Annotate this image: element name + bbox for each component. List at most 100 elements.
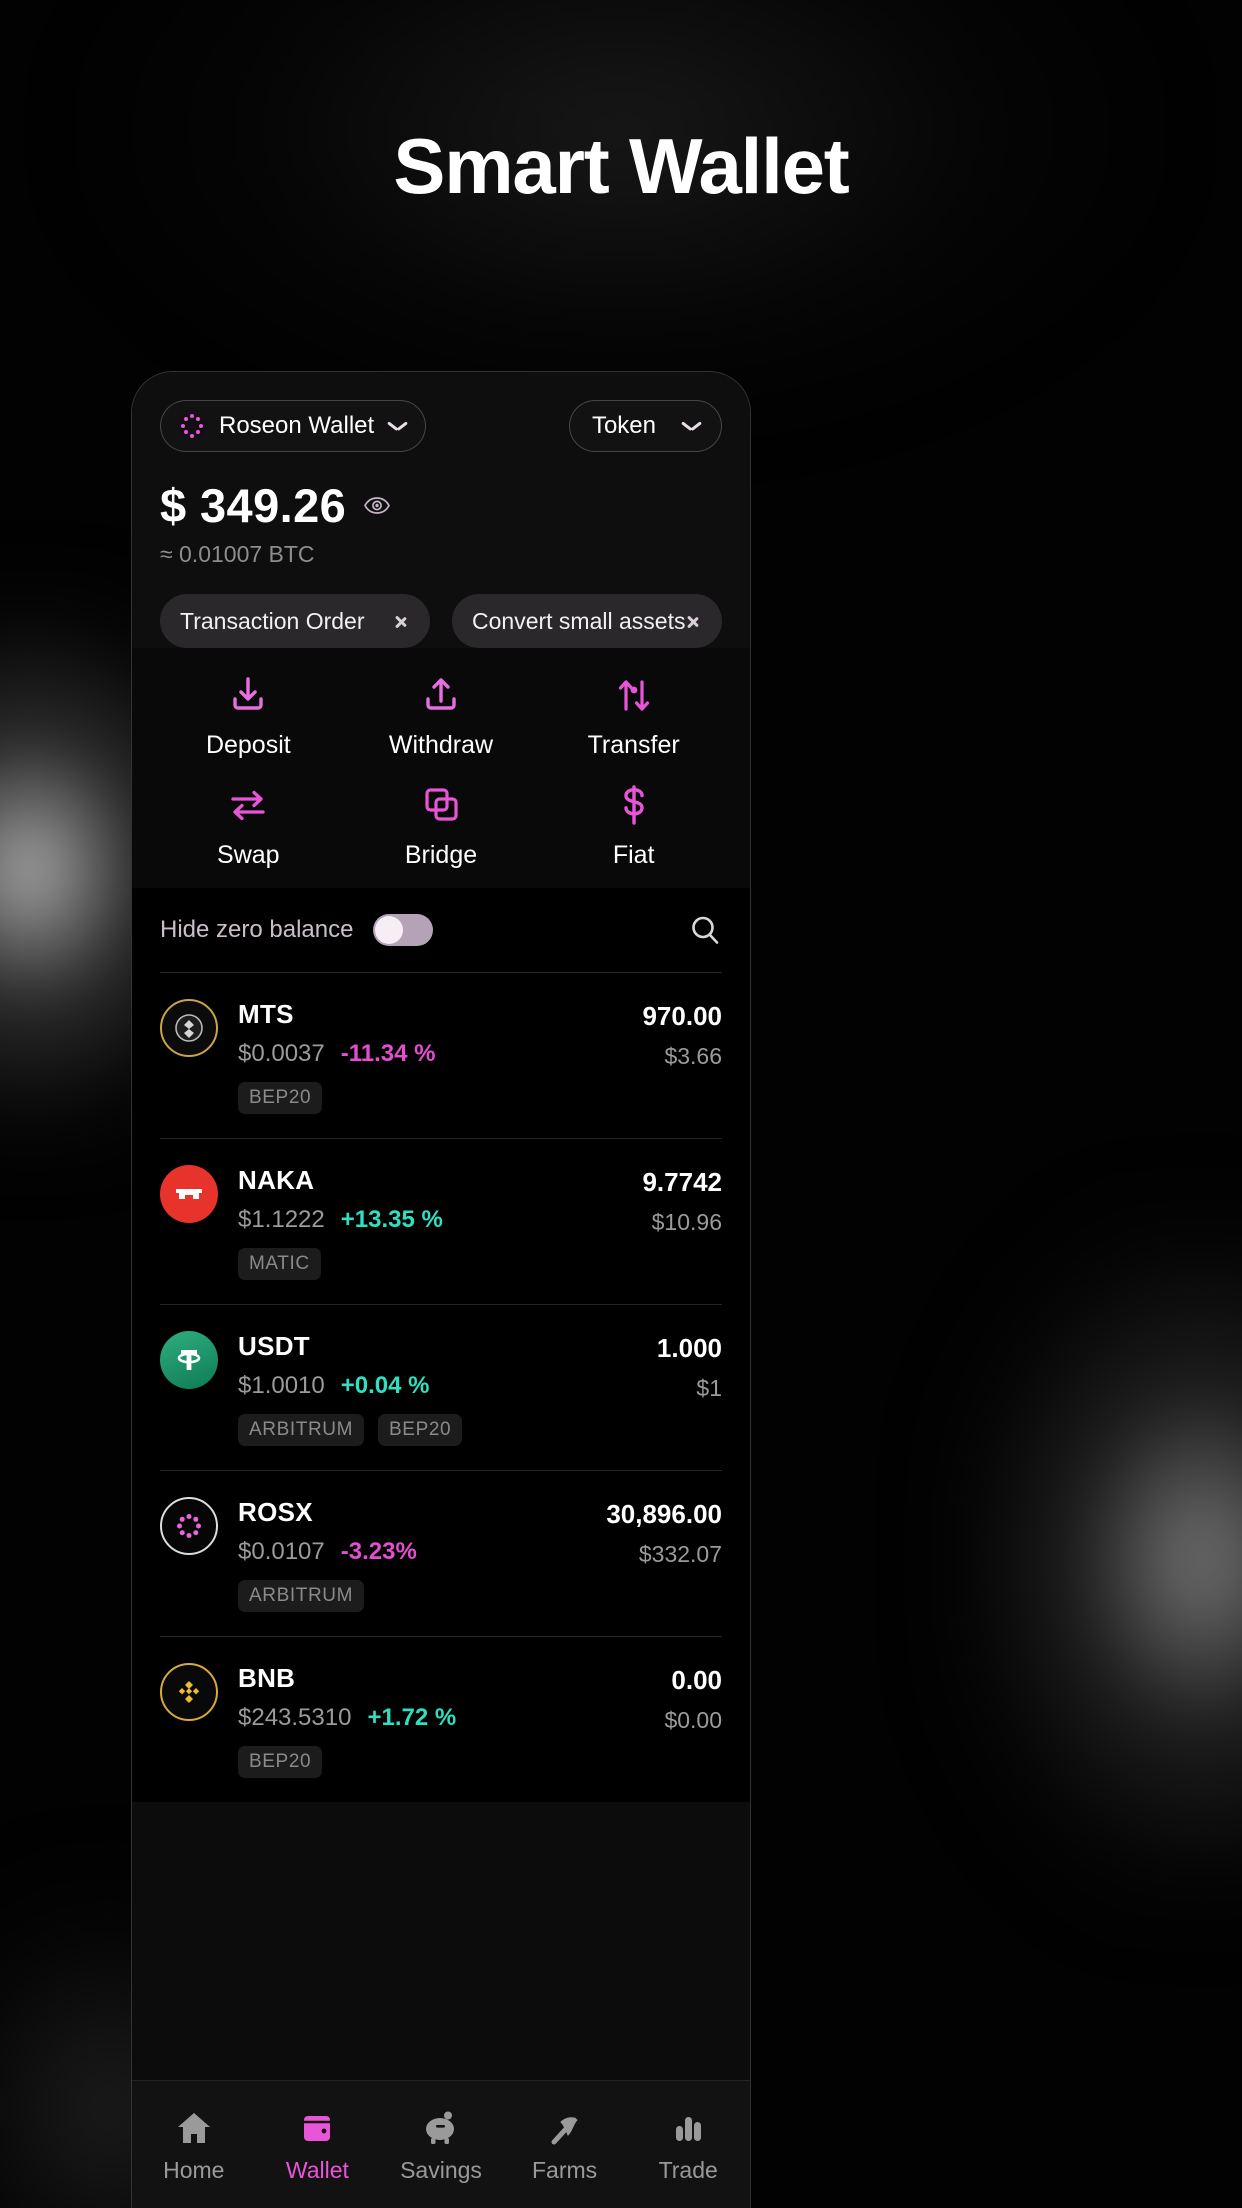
quick-actions-row: Transaction Order Convert small assets: [160, 594, 722, 648]
hide-zero-balance-toggle[interactable]: [373, 914, 434, 946]
token-balance: 970.00 $3.66: [642, 999, 722, 1114]
mts-logo-icon: [160, 999, 218, 1057]
actions-grid: Deposit Withdraw Transfer Swap Bridge Fi…: [132, 648, 750, 888]
token-info: USDT $1.0010 +0.04 % ARBITRUM BEP20: [238, 1331, 637, 1446]
download-tray-icon: [226, 672, 270, 718]
arrows-up-down-icon: [612, 672, 656, 718]
pickaxe-icon: [544, 2105, 586, 2147]
token-balance: 1.000 $1: [657, 1331, 722, 1446]
action-deposit[interactable]: Deposit: [152, 672, 345, 760]
action-bridge[interactable]: Bridge: [345, 782, 538, 870]
convert-small-assets-label: Convert small assets: [472, 607, 686, 634]
token-symbol: USDT: [238, 1331, 310, 1361]
dollar-sign-icon: [612, 782, 656, 828]
network-chip: BEP20: [238, 1746, 323, 1778]
nav-item-wallet[interactable]: Wallet: [256, 2105, 380, 2184]
balance-row: $ 349.26: [160, 478, 722, 533]
token-price: $0.0107: [238, 1538, 325, 1565]
action-transfer[interactable]: Transfer: [537, 672, 730, 760]
home-icon: [174, 2105, 214, 2147]
token-price: $243.5310: [238, 1704, 352, 1731]
chevron-right-icon: [687, 610, 700, 632]
action-bridge-label: Bridge: [404, 841, 478, 869]
action-fiat-label: Fiat: [612, 841, 655, 869]
swap-arrows-icon: [225, 782, 271, 828]
token-usd-value: $332.07: [638, 1541, 722, 1567]
network-chip: ARBITRUM: [238, 1414, 365, 1446]
network-chip: MATIC: [238, 1248, 321, 1280]
nav-item-home[interactable]: Home: [132, 2105, 256, 2184]
eye-icon[interactable]: [364, 497, 391, 514]
network-chip: BEP20: [378, 1414, 463, 1446]
transaction-order-button[interactable]: Transaction Order: [160, 594, 430, 648]
token-networks: MATIC: [238, 1248, 622, 1280]
hide-zero-balance-control[interactable]: Hide zero balance: [160, 914, 434, 946]
chevron-down-icon: [682, 421, 701, 432]
nav-item-savings[interactable]: Savings: [379, 2105, 503, 2184]
action-swap[interactable]: Swap: [152, 782, 345, 870]
action-transfer-label: Transfer: [587, 731, 680, 759]
rosx-logo-icon: [160, 1497, 218, 1555]
token-usd-value: $1: [696, 1375, 722, 1401]
nav-item-farms[interactable]: Farms: [503, 2105, 627, 2184]
phone-mockup: Roseon Wallet Token $ 349.26 ≈ 0.01007 B…: [131, 371, 751, 2208]
token-change: +13.35 %: [340, 1206, 443, 1233]
token-usd-value: $0.00: [664, 1707, 722, 1733]
convert-small-assets-button[interactable]: Convert small assets: [452, 594, 722, 648]
token-symbol: ROSX: [238, 1497, 313, 1527]
token-usd-value: $3.66: [664, 1043, 722, 1069]
token-change: +1.72 %: [367, 1704, 457, 1731]
hero: Smart Wallet: [0, 123, 1242, 210]
token-list-header: Hide zero balance: [160, 888, 722, 972]
token-symbol: BNB: [238, 1663, 296, 1693]
token-balance: 30,896.00 $332.07: [606, 1497, 722, 1612]
table-row[interactable]: MTS $0.0037 -11.34 % BEP20 970.00 $3.66: [160, 972, 722, 1138]
naka-logo-icon: [160, 1165, 218, 1223]
action-swap-label: Swap: [217, 841, 280, 869]
roseon-logo-icon: [179, 413, 205, 439]
token-networks: ARBITRUM: [238, 1580, 586, 1612]
token-symbol: MTS: [238, 999, 294, 1029]
background-glow-right: [922, 1180, 1242, 1940]
bottom-navigation: Home Wallet Savings Farms Trade: [132, 2080, 750, 2208]
network-chip: BEP20: [238, 1082, 323, 1114]
wallet-icon: [297, 2105, 337, 2147]
token-info: NAKA $1.1222 +13.35 % MATIC: [238, 1165, 622, 1280]
token-selector[interactable]: Token: [568, 400, 722, 452]
balance-amount: $ 349.26: [160, 479, 347, 532]
table-row[interactable]: ROSX $0.0107 -3.23% ARBITRUM 30,896.00 $…: [160, 1470, 722, 1636]
header-row: Roseon Wallet Token: [160, 400, 722, 452]
balance-btc-equivalent: ≈ 0.01007 BTC: [160, 541, 315, 567]
token-info: BNB $243.5310 +1.72 % BEP20: [238, 1663, 644, 1778]
token-amount: 970.00: [642, 1001, 722, 1031]
table-row[interactable]: USDT $1.0010 +0.04 % ARBITRUM BEP20 1.00…: [160, 1304, 722, 1470]
token-info: MTS $0.0037 -11.34 % BEP20: [238, 999, 622, 1114]
token-change: +0.04 %: [340, 1372, 430, 1399]
token-symbol: NAKA: [238, 1165, 315, 1195]
action-fiat[interactable]: Fiat: [537, 782, 730, 870]
token-change: -3.23%: [340, 1538, 417, 1565]
token-usd-value: $10.96: [651, 1209, 722, 1235]
table-row[interactable]: NAKA $1.1222 +13.35 % MATIC 9.7742 $10.9…: [160, 1138, 722, 1304]
token-networks: BEP20: [238, 1746, 644, 1778]
wallet-selector-label: Roseon Wallet: [219, 412, 375, 439]
action-deposit-label: Deposit: [205, 731, 291, 759]
nav-item-trade[interactable]: Trade: [626, 2105, 750, 2184]
transaction-order-label: Transaction Order: [180, 607, 365, 634]
token-info: ROSX $0.0107 -3.23% ARBITRUM: [238, 1497, 586, 1612]
table-row[interactable]: BNB $243.5310 +1.72 % BEP20 0.00 $0.00: [160, 1636, 722, 1802]
token-selector-label: Token: [591, 412, 656, 439]
token-amount: 1.000: [656, 1333, 722, 1363]
usdt-logo-icon: [160, 1331, 218, 1389]
token-list-panel: Hide zero balance MTS $0.0037 -11.34 % B…: [132, 888, 750, 1802]
token-balance: 0.00 $0.00: [664, 1663, 722, 1778]
bnb-logo-icon: [160, 1663, 218, 1721]
nav-item-savings-label: Savings: [400, 2157, 482, 2183]
wallet-selector[interactable]: Roseon Wallet: [160, 400, 427, 452]
overlapping-squares-icon: [419, 782, 463, 828]
search-icon[interactable]: [688, 913, 722, 947]
token-price: $0.0037: [238, 1040, 325, 1067]
bar-chart-icon: [668, 2105, 708, 2147]
network-chip: ARBITRUM: [238, 1580, 365, 1612]
action-withdraw[interactable]: Withdraw: [345, 672, 538, 760]
